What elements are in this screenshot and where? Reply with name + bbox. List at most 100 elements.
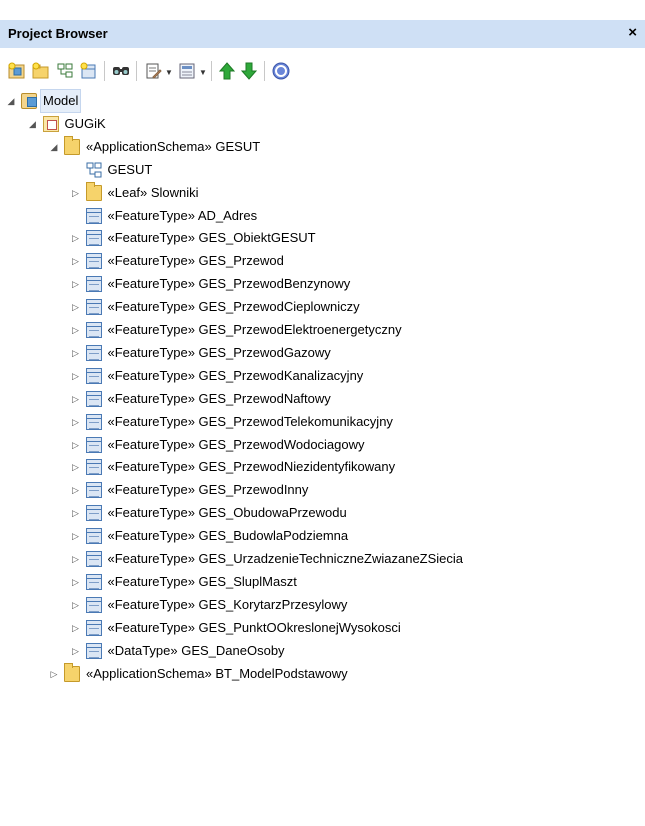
tree-item[interactable]: ▷ «FeatureType» GES_PunktOOkreslonejWysok… (0, 617, 645, 639)
move-down-icon[interactable] (240, 62, 258, 80)
new-diagram-icon[interactable] (56, 62, 74, 80)
new-model-icon[interactable] (8, 62, 26, 80)
expand-arrow-icon[interactable]: ▷ (71, 365, 81, 387)
class-icon (85, 528, 102, 545)
tree-item-label: «FeatureType» GES_UrzadzenieTechniczneZw… (107, 551, 464, 566)
tree-item-label: «FeatureType» GES_PunktOOkreslonejWysoko… (107, 619, 401, 635)
tree-item-label: «FeatureType» GES_PrzewodGazowy (107, 344, 331, 360)
collapse-arrow-icon[interactable]: ◢ (49, 136, 59, 158)
tree-item[interactable]: ▷ «FeatureType» GES_PrzewodGazowy (0, 342, 645, 364)
tree-item[interactable]: ▷ «Leaf» Slowniki (0, 181, 645, 204)
tree-item[interactable]: ◢ Model (0, 89, 645, 113)
tree-item-label: «FeatureType» GES_PrzewodCieplowniczy (107, 299, 360, 315)
expand-arrow-icon[interactable]: ▷ (71, 342, 81, 364)
tree-item[interactable]: ▷ «FeatureType» GES_PrzewodNiezidentyfiko… (0, 456, 645, 478)
tree-item-label: «ApplicationSchema» BT_ModelPodstawowy (86, 665, 348, 681)
diagram-icon (86, 162, 102, 178)
class-icon (85, 367, 102, 384)
tree-item[interactable]: ▷ «FeatureType» GES_KorytarzPrzesylowy (0, 594, 645, 616)
tree-item[interactable]: ▷ «DataType» GES_DaneOsoby (0, 640, 645, 662)
collapse-arrow-icon[interactable]: ◢ (6, 90, 16, 112)
tree-item[interactable]: ▷ «ApplicationSchema» BT_ModelPodstawowy (0, 662, 645, 685)
new-package-icon[interactable] (32, 62, 50, 80)
tree-item-label: «FeatureType» GES_PrzewodNiezidentyfikow… (107, 459, 396, 475)
toolbar-separator (104, 61, 105, 81)
tree-item-label: GUGiK (64, 115, 106, 131)
help-icon[interactable] (272, 62, 290, 80)
view-options-icon[interactable] (178, 62, 196, 80)
tree-item[interactable]: «FeatureType» AD_Adres (0, 205, 645, 227)
expand-arrow-icon[interactable]: ▷ (71, 594, 81, 616)
expand-arrow-icon[interactable]: ▷ (71, 502, 81, 524)
class-icon (85, 390, 102, 407)
tree-item[interactable]: ▷ «FeatureType» GES_Przewod (0, 250, 645, 272)
tree-item[interactable]: ▷ «FeatureType» GES_PrzewodElektroenerget… (0, 319, 645, 341)
project-browser-title-bar: Project Browser × (0, 20, 645, 48)
expand-arrow-icon[interactable]: ▷ (71, 182, 81, 204)
properties-icon[interactable] (144, 62, 162, 80)
class-icon (85, 344, 102, 361)
properties-dropdown-arrow-icon[interactable]: ▼ (165, 68, 173, 77)
close-icon[interactable]: × (628, 24, 637, 41)
expand-arrow-icon[interactable]: ▷ (71, 456, 81, 478)
expand-arrow-icon[interactable]: ▷ (71, 479, 81, 501)
tree-item-label: «FeatureType» GES_SluplMaszt (107, 573, 297, 589)
expand-arrow-icon[interactable]: ▷ (71, 296, 81, 318)
expand-arrow-icon[interactable]: ▷ (71, 548, 81, 570)
tree-item-label: Model (39, 89, 82, 113)
collapse-arrow-icon[interactable]: ◢ (28, 113, 38, 135)
tree-item-label: «FeatureType» AD_Adres (107, 207, 258, 223)
tree-item[interactable]: ▷ «FeatureType» GES_PrzewodWodociagowy (0, 434, 645, 456)
tree-item[interactable]: ▷ «FeatureType» GES_PrzewodCieplowniczy (0, 296, 645, 318)
tree-item[interactable]: ▷ «FeatureType» GES_ObudowaPrzewodu (0, 502, 645, 524)
expand-arrow-icon[interactable]: ▷ (71, 273, 81, 295)
expand-arrow-icon[interactable]: ▷ (71, 434, 81, 456)
project-browser-toolbar: ▼ ▼ (0, 56, 645, 86)
tree-item-label: «ApplicationSchema» GESUT (86, 138, 261, 154)
tree-item-label: «FeatureType» GES_PrzewodBenzynowy (107, 276, 351, 292)
tree-item[interactable]: ▷ «FeatureType» GES_PrzewodNaftowy (0, 388, 645, 410)
tree-item-label: «DataType» GES_DaneOsoby (107, 642, 285, 658)
tree-item-label: «FeatureType» GES_PrzewodKanalizacyjny (107, 367, 364, 383)
folder-icon (64, 662, 80, 682)
expand-arrow-icon[interactable]: ▷ (71, 319, 81, 341)
expand-arrow-icon[interactable]: ▷ (71, 411, 81, 433)
tree-item-label: «FeatureType» GES_KorytarzPrzesylowy (107, 596, 348, 612)
tree-item[interactable]: ▷ «FeatureType» GES_BudowlaPodziemna (0, 525, 645, 547)
class-icon (85, 505, 102, 522)
panel-title: Project Browser (8, 26, 108, 41)
find-icon[interactable] (112, 62, 130, 80)
tree-item[interactable]: ▷ «FeatureType» GES_PrzewodInny (0, 479, 645, 501)
tree-item-label: «FeatureType» GES_PrzewodWodociagowy (107, 436, 365, 452)
expand-arrow-icon[interactable]: ▷ (71, 525, 81, 547)
expand-arrow-icon[interactable]: ▷ (71, 388, 81, 410)
expand-arrow-icon[interactable]: ▷ (71, 640, 81, 662)
tree-item[interactable]: ▷ «FeatureType» GES_PrzewodTelekomunikacy… (0, 411, 645, 433)
class-icon (85, 207, 102, 224)
tree-item-label: «FeatureType» GES_Przewod (107, 253, 284, 269)
tree-item[interactable]: ◢ GUGiK (0, 113, 645, 135)
tree-item-label: «FeatureType» GES_PrzewodInny (107, 482, 309, 498)
class-icon (85, 459, 102, 476)
tree-item[interactable]: GESUT (0, 159, 645, 181)
new-element-icon[interactable] (80, 62, 98, 80)
tree-item[interactable]: ▷ «FeatureType» GES_UrzadzenieTechniczneZ… (0, 548, 645, 570)
tree-item[interactable]: ▷ «FeatureType» GES_PrzewodKanalizacyjny (0, 365, 645, 387)
tree-item[interactable]: ▷ «FeatureType» GES_PrzewodBenzynowy (0, 273, 645, 295)
class-icon (85, 619, 102, 636)
expand-arrow-icon[interactable]: ▷ (71, 250, 81, 272)
view-options-dropdown-arrow-icon[interactable]: ▼ (199, 68, 207, 77)
expand-arrow-icon[interactable]: ▷ (71, 617, 81, 639)
tree-item[interactable]: ▷ «FeatureType» GES_SluplMaszt (0, 571, 645, 593)
move-up-icon[interactable] (218, 62, 236, 80)
tree-item-label: «FeatureType» GES_ObudowaPrzewodu (107, 505, 347, 521)
package-icon (42, 115, 59, 132)
expand-arrow-icon[interactable]: ▷ (71, 571, 81, 593)
class-icon (85, 230, 102, 247)
toolbar-separator (264, 61, 265, 81)
tree-item[interactable]: ◢ «ApplicationSchema» GESUT (0, 135, 645, 158)
expand-arrow-icon[interactable]: ▷ (71, 227, 81, 249)
expand-arrow-icon[interactable]: ▷ (49, 663, 59, 685)
class-icon (85, 573, 102, 590)
tree-item[interactable]: ▷ «FeatureType» GES_ObiektGESUT (0, 227, 645, 249)
